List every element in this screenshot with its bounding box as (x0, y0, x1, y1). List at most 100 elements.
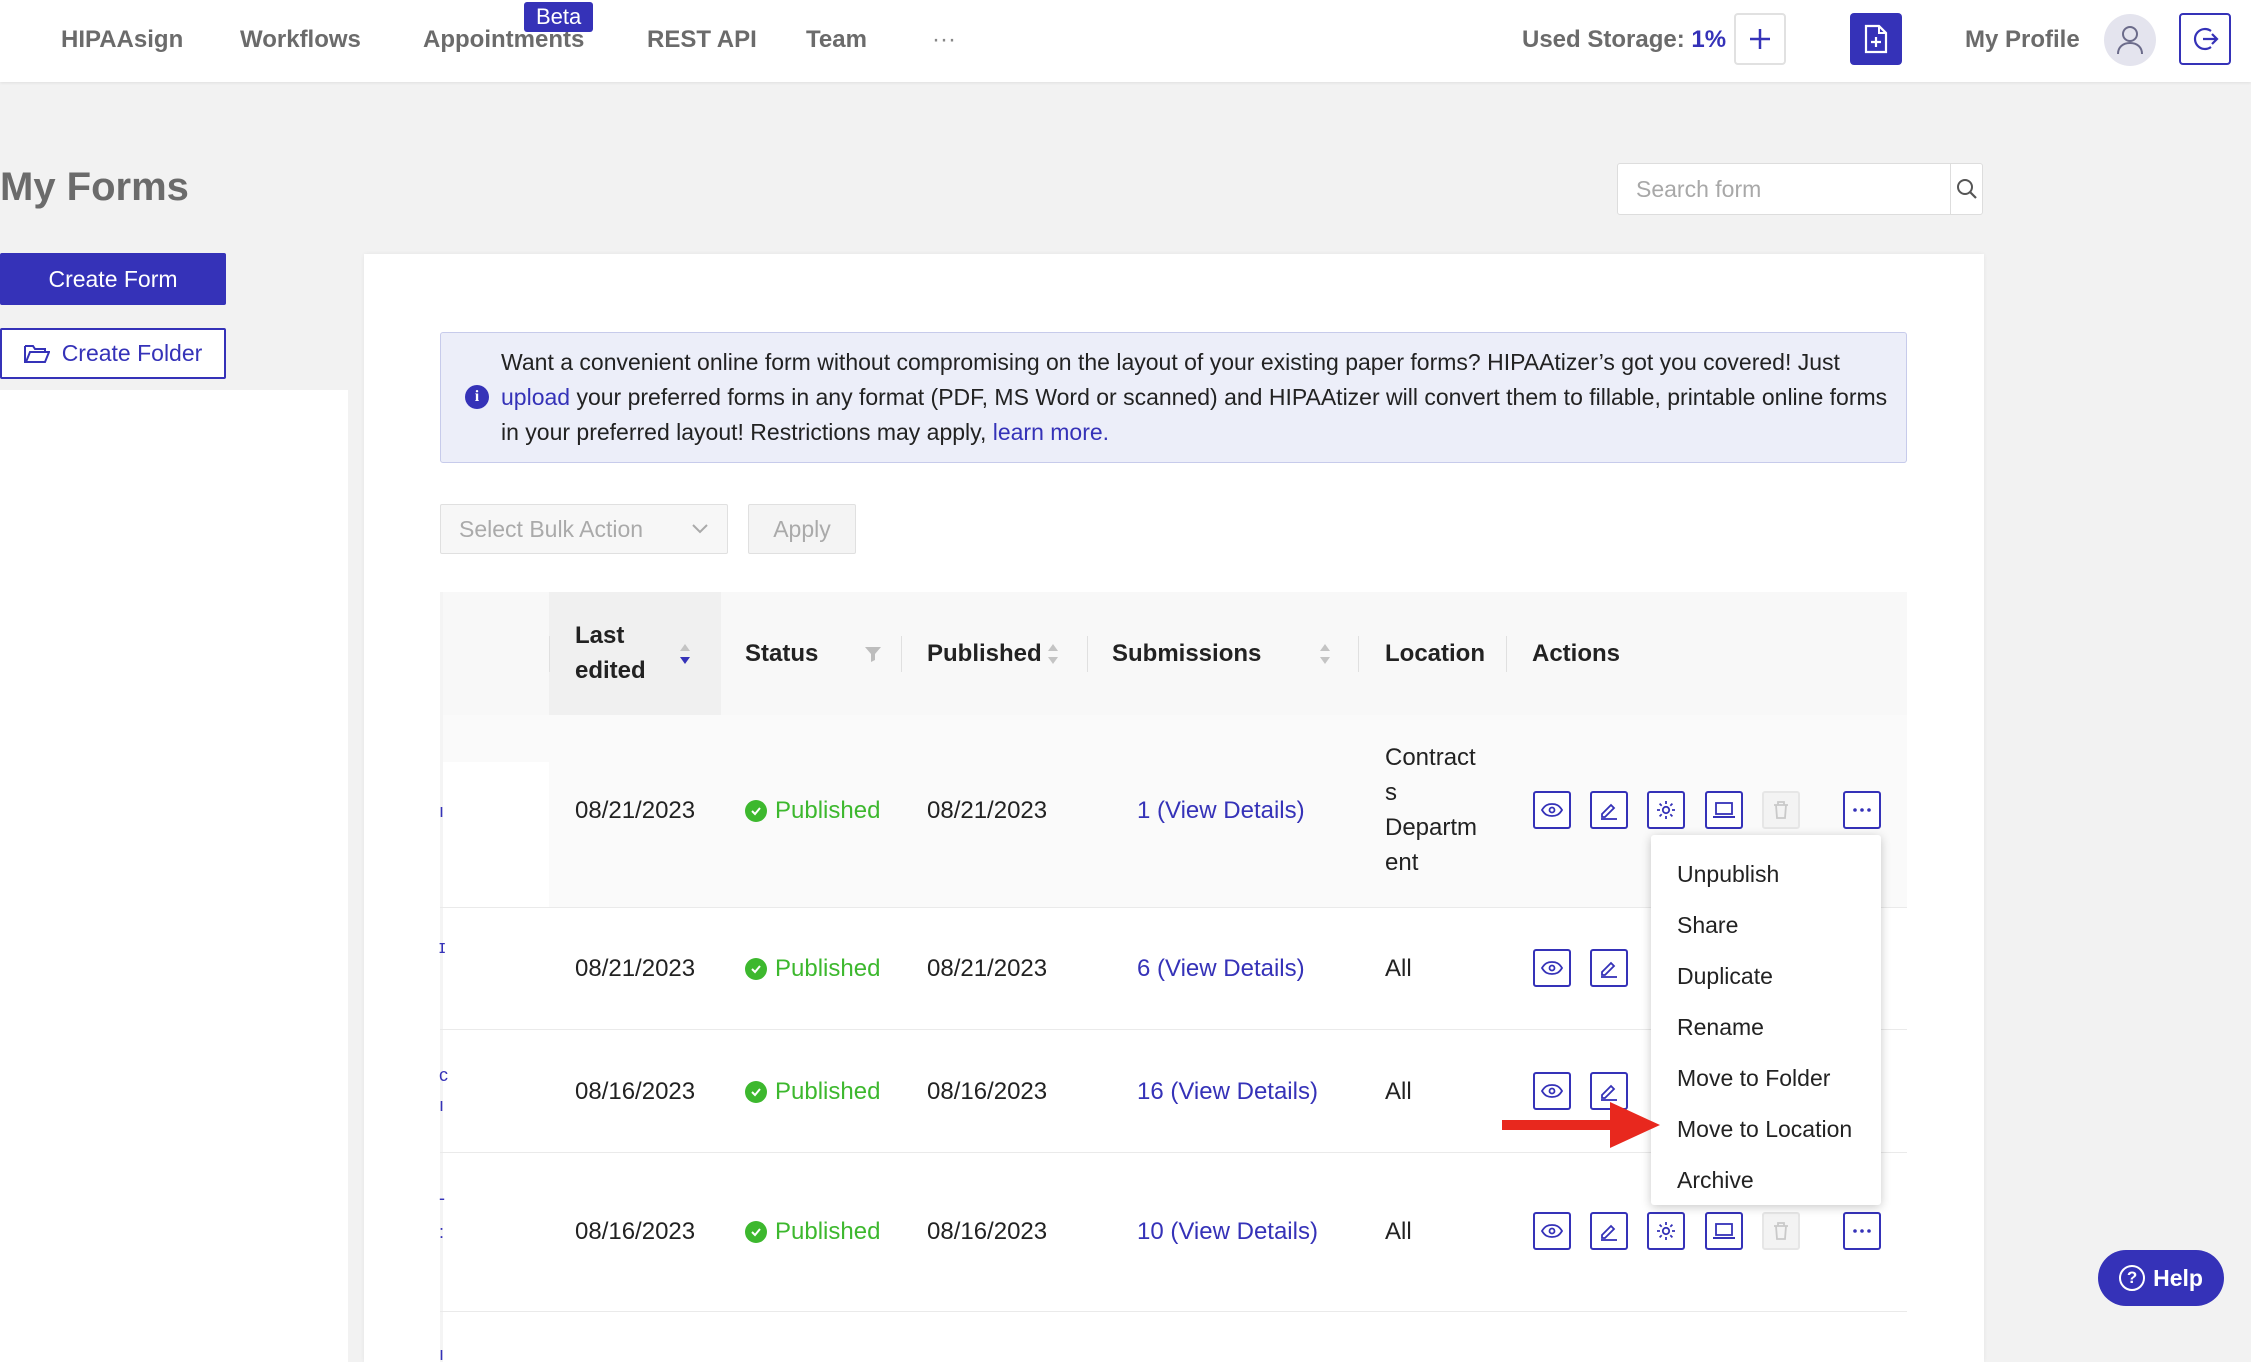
form-name-fragment[interactable]: - (439, 1188, 445, 1208)
pencil-icon (1601, 961, 1617, 978)
location-cell: All (1385, 1078, 1412, 1105)
form-name-fragment[interactable]: ı (439, 801, 444, 821)
kiosk-button[interactable] (1705, 1212, 1743, 1250)
search-button[interactable] (1950, 164, 1982, 214)
last-edited-cell: 08/21/2023 (575, 797, 696, 824)
create-form-button[interactable]: Create Form (0, 253, 226, 305)
storage-percent: 1% (1691, 26, 1727, 53)
column-divider (1358, 636, 1359, 672)
column-header-status[interactable]: Status (745, 636, 818, 671)
logout-button[interactable] (2179, 13, 2231, 65)
form-name-fragment[interactable]: ı (439, 1344, 444, 1362)
column-divider (901, 636, 902, 672)
column-header-published[interactable]: Published (927, 636, 1042, 671)
column-header-last-edited[interactable]: Last edited (575, 618, 646, 688)
last-edited-cell: 08/16/2023 (575, 1218, 696, 1245)
published-cell: 08/21/2023 (927, 797, 1048, 824)
nav-more-icon[interactable]: ··· (932, 24, 956, 56)
last-edited-cell: 08/16/2023 (575, 1078, 696, 1105)
nav-workflows[interactable]: Workflows (240, 24, 361, 56)
eye-icon (1541, 1224, 1563, 1238)
preview-button[interactable] (1533, 1212, 1571, 1250)
more-actions-button[interactable] (1843, 1212, 1881, 1250)
submissions-link[interactable]: 16 (View Details) (1137, 1074, 1318, 1109)
form-name-fragment[interactable]: ɪ (439, 937, 445, 957)
edit-button[interactable] (1590, 949, 1628, 987)
red-arrow-annotation-icon (1502, 1102, 1660, 1148)
menu-item-share[interactable]: Share (1651, 900, 1881, 951)
menu-item-rename[interactable]: Rename (1651, 1002, 1881, 1053)
nav-rest-api[interactable]: REST API (647, 24, 757, 56)
search-input[interactable] (1618, 164, 1950, 214)
chevron-down-icon (692, 524, 708, 534)
my-profile-link[interactable]: My Profile (1965, 24, 2080, 56)
menu-item-duplicate[interactable]: Duplicate (1651, 951, 1881, 1002)
learn-more-link[interactable]: learn more. (993, 419, 1109, 445)
pencil-icon (1601, 1224, 1617, 1241)
sort-icon[interactable] (1046, 643, 1060, 665)
new-document-button[interactable] (1850, 13, 1902, 65)
submissions-link[interactable]: 6 (View Details) (1137, 951, 1305, 986)
sidebar-panel (0, 253, 348, 1362)
trash-icon (1774, 801, 1788, 819)
top-navigation-bar: HIPAAsign Workflows Appointments Beta RE… (0, 0, 2251, 82)
create-folder-label: Create Folder (61, 340, 203, 366)
bulk-action-placeholder: Select Bulk Action (459, 515, 644, 542)
form-name-fragment[interactable]: : (439, 1222, 444, 1242)
sort-icon[interactable] (1318, 643, 1332, 665)
nav-hipaasign[interactable]: HIPAAsign (61, 24, 183, 56)
bulk-action-select[interactable]: Select Bulk Action (440, 504, 728, 554)
more-actions-menu: Unpublish Share Duplicate Rename Move to… (1651, 835, 1881, 1205)
filter-icon[interactable] (864, 645, 882, 663)
preview-button[interactable] (1533, 949, 1571, 987)
location-cell: All (1385, 955, 1412, 982)
new-document-icon (1864, 24, 1888, 54)
preview-button[interactable] (1533, 791, 1571, 829)
location-line: s (1385, 779, 1397, 806)
submissions-link[interactable]: 1 (View Details) (1137, 793, 1305, 828)
edit-button[interactable] (1590, 791, 1628, 829)
nav-team[interactable]: Team (806, 24, 867, 56)
settings-button[interactable] (1647, 791, 1685, 829)
kiosk-button[interactable] (1705, 791, 1743, 829)
check-circle-icon (745, 1220, 767, 1243)
gear-icon (1657, 801, 1675, 819)
form-name-fragment[interactable]: ı (439, 1095, 444, 1115)
delete-button[interactable] (1762, 1212, 1800, 1250)
submissions-link[interactable]: 10 (View Details) (1137, 1214, 1318, 1249)
form-name-fragment[interactable]: ᴄ (439, 1065, 448, 1085)
pencil-icon (1601, 803, 1617, 820)
eye-icon (1541, 1084, 1563, 1098)
avatar[interactable] (2104, 14, 2156, 66)
status-label: Published (775, 1218, 881, 1245)
logout-icon (2193, 27, 2219, 51)
settings-button[interactable] (1647, 1212, 1685, 1250)
column-header-submissions[interactable]: Submissions (1112, 636, 1261, 671)
more-actions-button[interactable] (1843, 791, 1881, 829)
delete-button[interactable] (1762, 791, 1800, 829)
check-circle-icon (745, 957, 767, 980)
location-line: Departm (1385, 814, 1478, 841)
apply-button[interactable]: Apply (748, 504, 856, 554)
location-line: Contract (1385, 744, 1476, 771)
menu-item-archive[interactable]: Archive (1651, 1155, 1881, 1206)
edit-button[interactable] (1590, 1212, 1628, 1250)
status-cell: Published (745, 1074, 880, 1109)
create-folder-button[interactable]: Create Folder (0, 328, 226, 379)
status-label: Published (775, 955, 881, 982)
status-cell: Published (745, 793, 880, 828)
menu-item-unpublish[interactable]: Unpublish (1651, 849, 1881, 900)
help-button[interactable]: ? Help (2098, 1250, 2224, 1306)
check-circle-icon (745, 799, 767, 822)
menu-item-move-to-folder[interactable]: Move to Folder (1651, 1053, 1881, 1104)
search-icon (1956, 179, 1977, 199)
eye-icon (1541, 803, 1563, 817)
upload-link[interactable]: upload (501, 384, 570, 410)
sort-descending-icon[interactable] (678, 643, 692, 665)
menu-item-move-to-location[interactable]: Move to Location (1651, 1104, 1881, 1155)
add-storage-button[interactable] (1734, 13, 1786, 65)
location-cell: Contract s Departm ent (1385, 740, 1477, 880)
info-icon: i (465, 385, 489, 409)
folder-open-icon (23, 344, 50, 363)
plus-icon (1750, 29, 1770, 49)
